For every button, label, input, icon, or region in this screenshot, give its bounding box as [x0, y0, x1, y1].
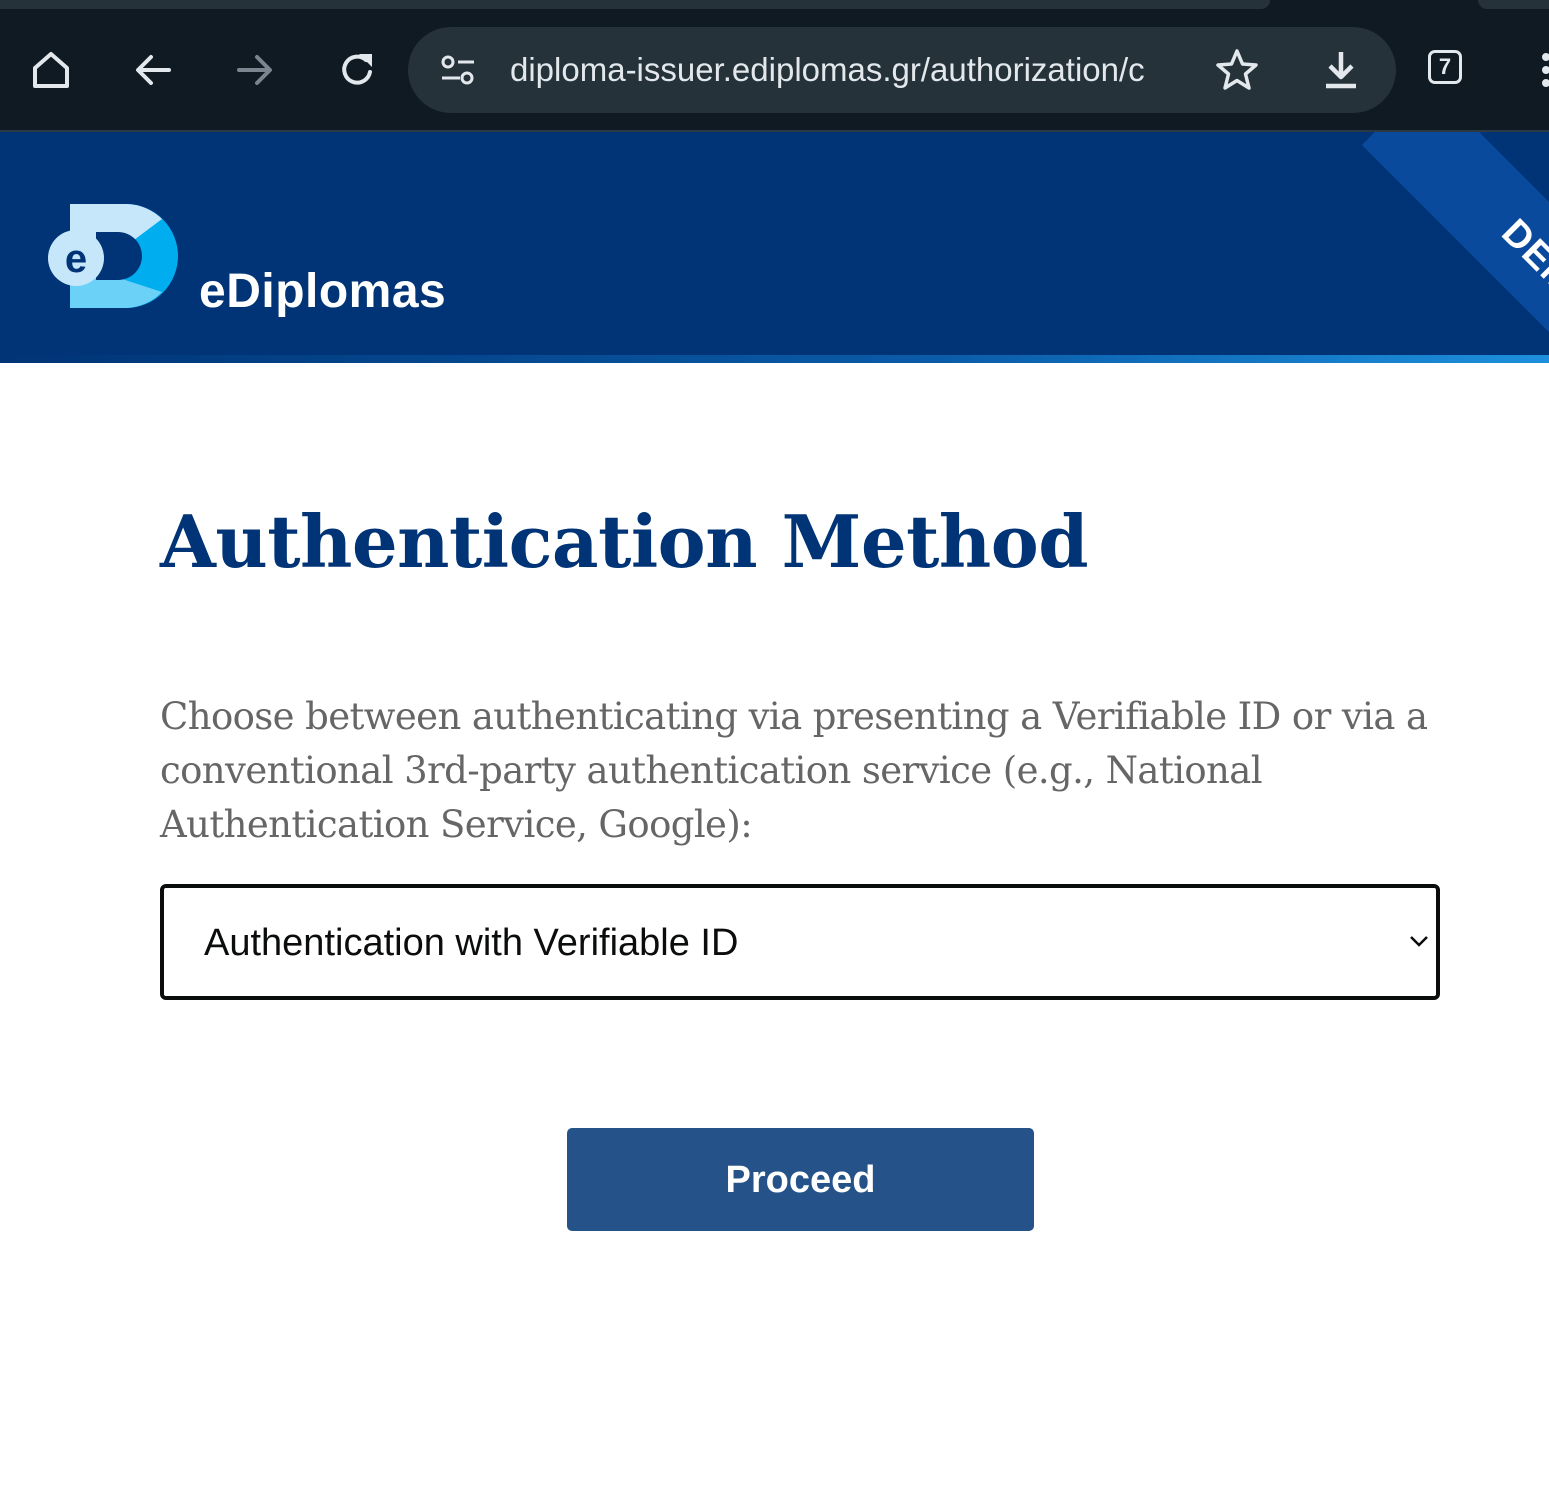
reload-button[interactable]	[321, 34, 393, 106]
selected-option: Authentication with Verifiable ID	[204, 922, 739, 964]
reload-icon	[342, 54, 372, 85]
ediplomas-logo-icon: e	[48, 204, 178, 308]
demo-ribbon-label: DEMO	[1493, 211, 1549, 325]
back-icon	[136, 55, 171, 85]
download-icon[interactable]	[1318, 47, 1364, 93]
tab-switcher-button[interactable]: 7	[1428, 50, 1462, 84]
logo-letter: e	[65, 237, 87, 281]
demo-ribbon: DEMO	[1361, 132, 1549, 356]
tab-strip-left	[0, 0, 1270, 9]
url-text[interactable]: diploma-issuer.ediplomas.gr/authorizatio…	[510, 49, 1178, 91]
chevron-down-icon	[1410, 936, 1428, 947]
tab-strip-right	[1478, 0, 1549, 9]
page-title: Authentication Method	[160, 499, 1089, 584]
menu-icon[interactable]	[1540, 52, 1549, 88]
address-bar[interactable]: diploma-issuer.ediplomas.gr/authorizatio…	[408, 27, 1396, 113]
site-settings-icon[interactable]	[438, 51, 478, 91]
forward-button[interactable]	[219, 34, 291, 106]
home-icon	[33, 52, 69, 88]
home-button[interactable]	[15, 34, 87, 106]
ediplomas-logo[interactable]: e	[46, 202, 180, 317]
bookmark-star-icon[interactable]	[1214, 47, 1260, 93]
browser-toolbar: diploma-issuer.ediplomas.gr/authorizatio…	[0, 0, 1549, 132]
site-header: e eDiplomas DEMO	[0, 132, 1549, 356]
back-button[interactable]	[117, 34, 189, 106]
proceed-button[interactable]: Proceed	[567, 1128, 1034, 1231]
forward-icon	[237, 55, 272, 85]
header-accent-bar	[0, 355, 1549, 363]
tab-strip	[0, 0, 1549, 10]
brand-name[interactable]: eDiplomas	[199, 262, 446, 322]
authentication-method-select[interactable]: Authentication with Verifiable ID	[160, 884, 1440, 1000]
page-description: Choose between authenticating via presen…	[160, 695, 1428, 846]
